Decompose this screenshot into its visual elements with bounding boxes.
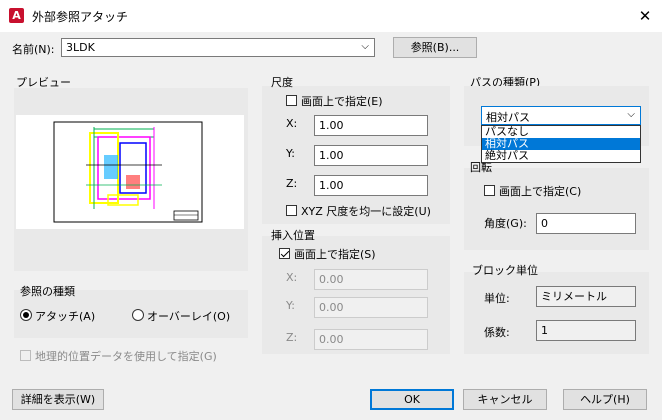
path-option-absolute[interactable]: 絶対パス [482, 150, 640, 162]
floor-plan-drawing [53, 121, 203, 223]
name-label: 名前(N): [12, 43, 55, 56]
autocad-app-icon: A [9, 8, 24, 23]
scale-x-input[interactable]: 1.00 [314, 115, 428, 136]
ok-button[interactable]: OK [370, 389, 454, 410]
angle-label: 角度(G): [484, 217, 527, 230]
chevron-down-icon: ⌵ [361, 41, 369, 52]
scale-z-input[interactable]: 1.00 [314, 175, 428, 196]
scale-x-label: X: [286, 117, 298, 130]
attach-label: アタッチ(A) [35, 310, 96, 323]
insertion-specify-checkbox[interactable] [279, 248, 290, 259]
insertion-y-input[interactable]: 0.00 [314, 297, 428, 318]
show-details-button[interactable]: 詳細を表示(W) [12, 389, 104, 410]
name-combobox[interactable]: 3LDK ⌵ [61, 38, 375, 57]
scale-y-label: Y: [286, 147, 295, 160]
insertion-x-label: X: [286, 271, 298, 284]
name-value: 3LDK [66, 41, 95, 54]
unit-value: ミリメートル [536, 286, 636, 307]
rotation-panel [464, 168, 649, 250]
rotation-specify-label: 画面上で指定(C) [499, 185, 582, 198]
overlay-label: オーバーレイ(O) [147, 310, 231, 323]
reference-type-label: 参照の種類 [20, 285, 75, 298]
rotation-specify-checkbox[interactable] [484, 185, 495, 196]
path-type-value: 相対パス [486, 111, 530, 124]
overlay-radio[interactable] [132, 309, 144, 321]
uniform-scale-label: XYZ 尺度を均一に設定(U) [301, 205, 431, 218]
help-button[interactable]: ヘルプ(H) [563, 389, 647, 410]
preview-image [16, 115, 244, 229]
attach-radio[interactable] [20, 309, 32, 321]
insertion-specify-label: 画面上で指定(S) [294, 248, 376, 261]
window-title: 外部参照アタッチ [32, 10, 129, 24]
scale-z-label: Z: [286, 177, 298, 190]
cancel-button[interactable]: キャンセル [463, 389, 547, 410]
geo-label: 地理的位置データを使用して指定(G) [35, 350, 217, 363]
geo-checkbox[interactable] [20, 350, 31, 361]
scale-specify-checkbox[interactable] [286, 95, 297, 106]
unit-label: 単位: [484, 292, 510, 305]
uniform-scale-checkbox[interactable] [286, 205, 297, 216]
browse-button[interactable]: 参照(B)... [393, 37, 477, 58]
path-type-combobox[interactable]: 相対パス ⌵ [481, 106, 641, 125]
insertion-label: 挿入位置 [271, 229, 315, 242]
scale-specify-label: 画面上で指定(E) [301, 95, 383, 108]
angle-input[interactable]: 0 [536, 213, 636, 234]
path-type-dropdown-list[interactable]: パスなし 相対パス 絶対パス [481, 125, 641, 163]
scale-y-input[interactable]: 1.00 [314, 145, 428, 166]
factor-value: 1 [536, 320, 636, 341]
block-unit-panel [464, 272, 649, 354]
block-unit-label: ブロック単位 [472, 264, 538, 277]
scale-label: 尺度 [271, 76, 293, 89]
insertion-y-label: Y: [286, 299, 295, 312]
insertion-x-input[interactable]: 0.00 [314, 269, 428, 290]
close-icon[interactable]: ✕ [632, 3, 658, 29]
insertion-z-input[interactable]: 0.00 [314, 329, 428, 350]
factor-label: 係数: [484, 326, 510, 339]
chevron-down-icon: ⌵ [627, 109, 635, 120]
insertion-z-label: Z: [286, 331, 298, 344]
